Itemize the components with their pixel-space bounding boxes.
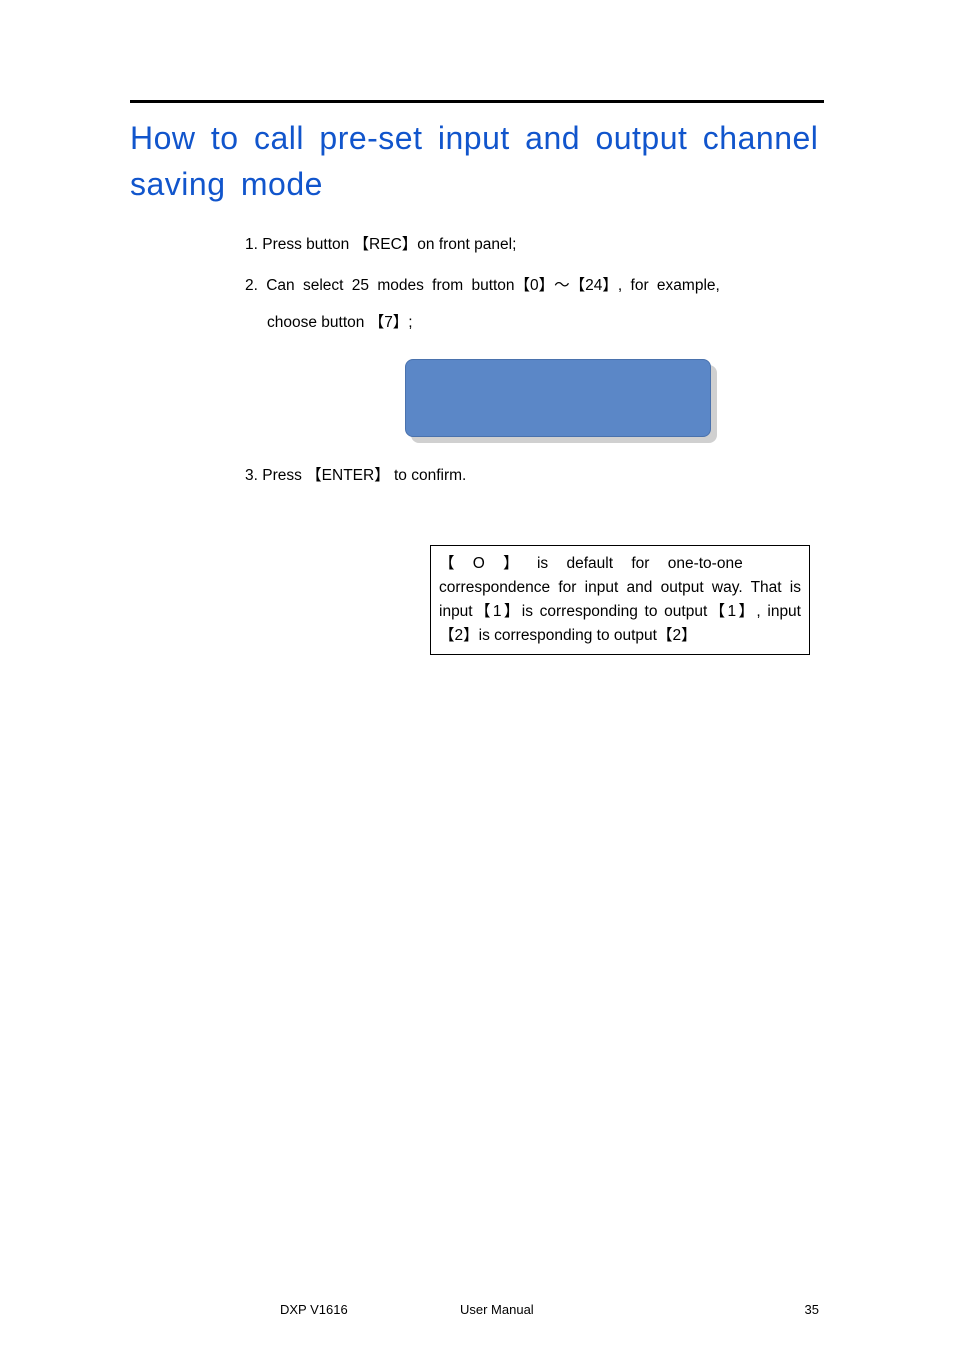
steps-list: 1. Press button 【REC】on front panel; 2. … (245, 226, 824, 495)
footer-product: DXP V1616 (280, 1302, 348, 1317)
step-2: 2. Can select 25 modes from button【0】～【2… (245, 267, 824, 341)
note-line-rest: correspondence for input and output way.… (439, 576, 801, 648)
step-3: 3. Press 【ENTER】 to confirm. (245, 457, 824, 494)
step-1-text: 1. Press button 【REC】on front panel; (245, 236, 516, 253)
footer-doc-title: User Manual (460, 1302, 534, 1317)
step-2-line2: choose button 【7】; (267, 304, 824, 341)
section-heading: How to call pre-set input and output cha… (130, 115, 824, 208)
step-1: 1. Press button 【REC】on front panel; (245, 226, 824, 263)
display-screen (405, 359, 711, 437)
footer-page-number: 35 (805, 1302, 819, 1317)
display-illustration (405, 359, 715, 439)
heading-rule (130, 100, 824, 103)
note-line-1: 【 O 】 is default for one-to-one (439, 552, 801, 576)
note-box: 【 O 】 is default for one-to-one correspo… (430, 545, 810, 655)
step-3-text: 3. Press 【ENTER】 to confirm. (245, 467, 466, 484)
step-2-line1: 2. Can select 25 modes from button【0】～【2… (245, 267, 824, 304)
